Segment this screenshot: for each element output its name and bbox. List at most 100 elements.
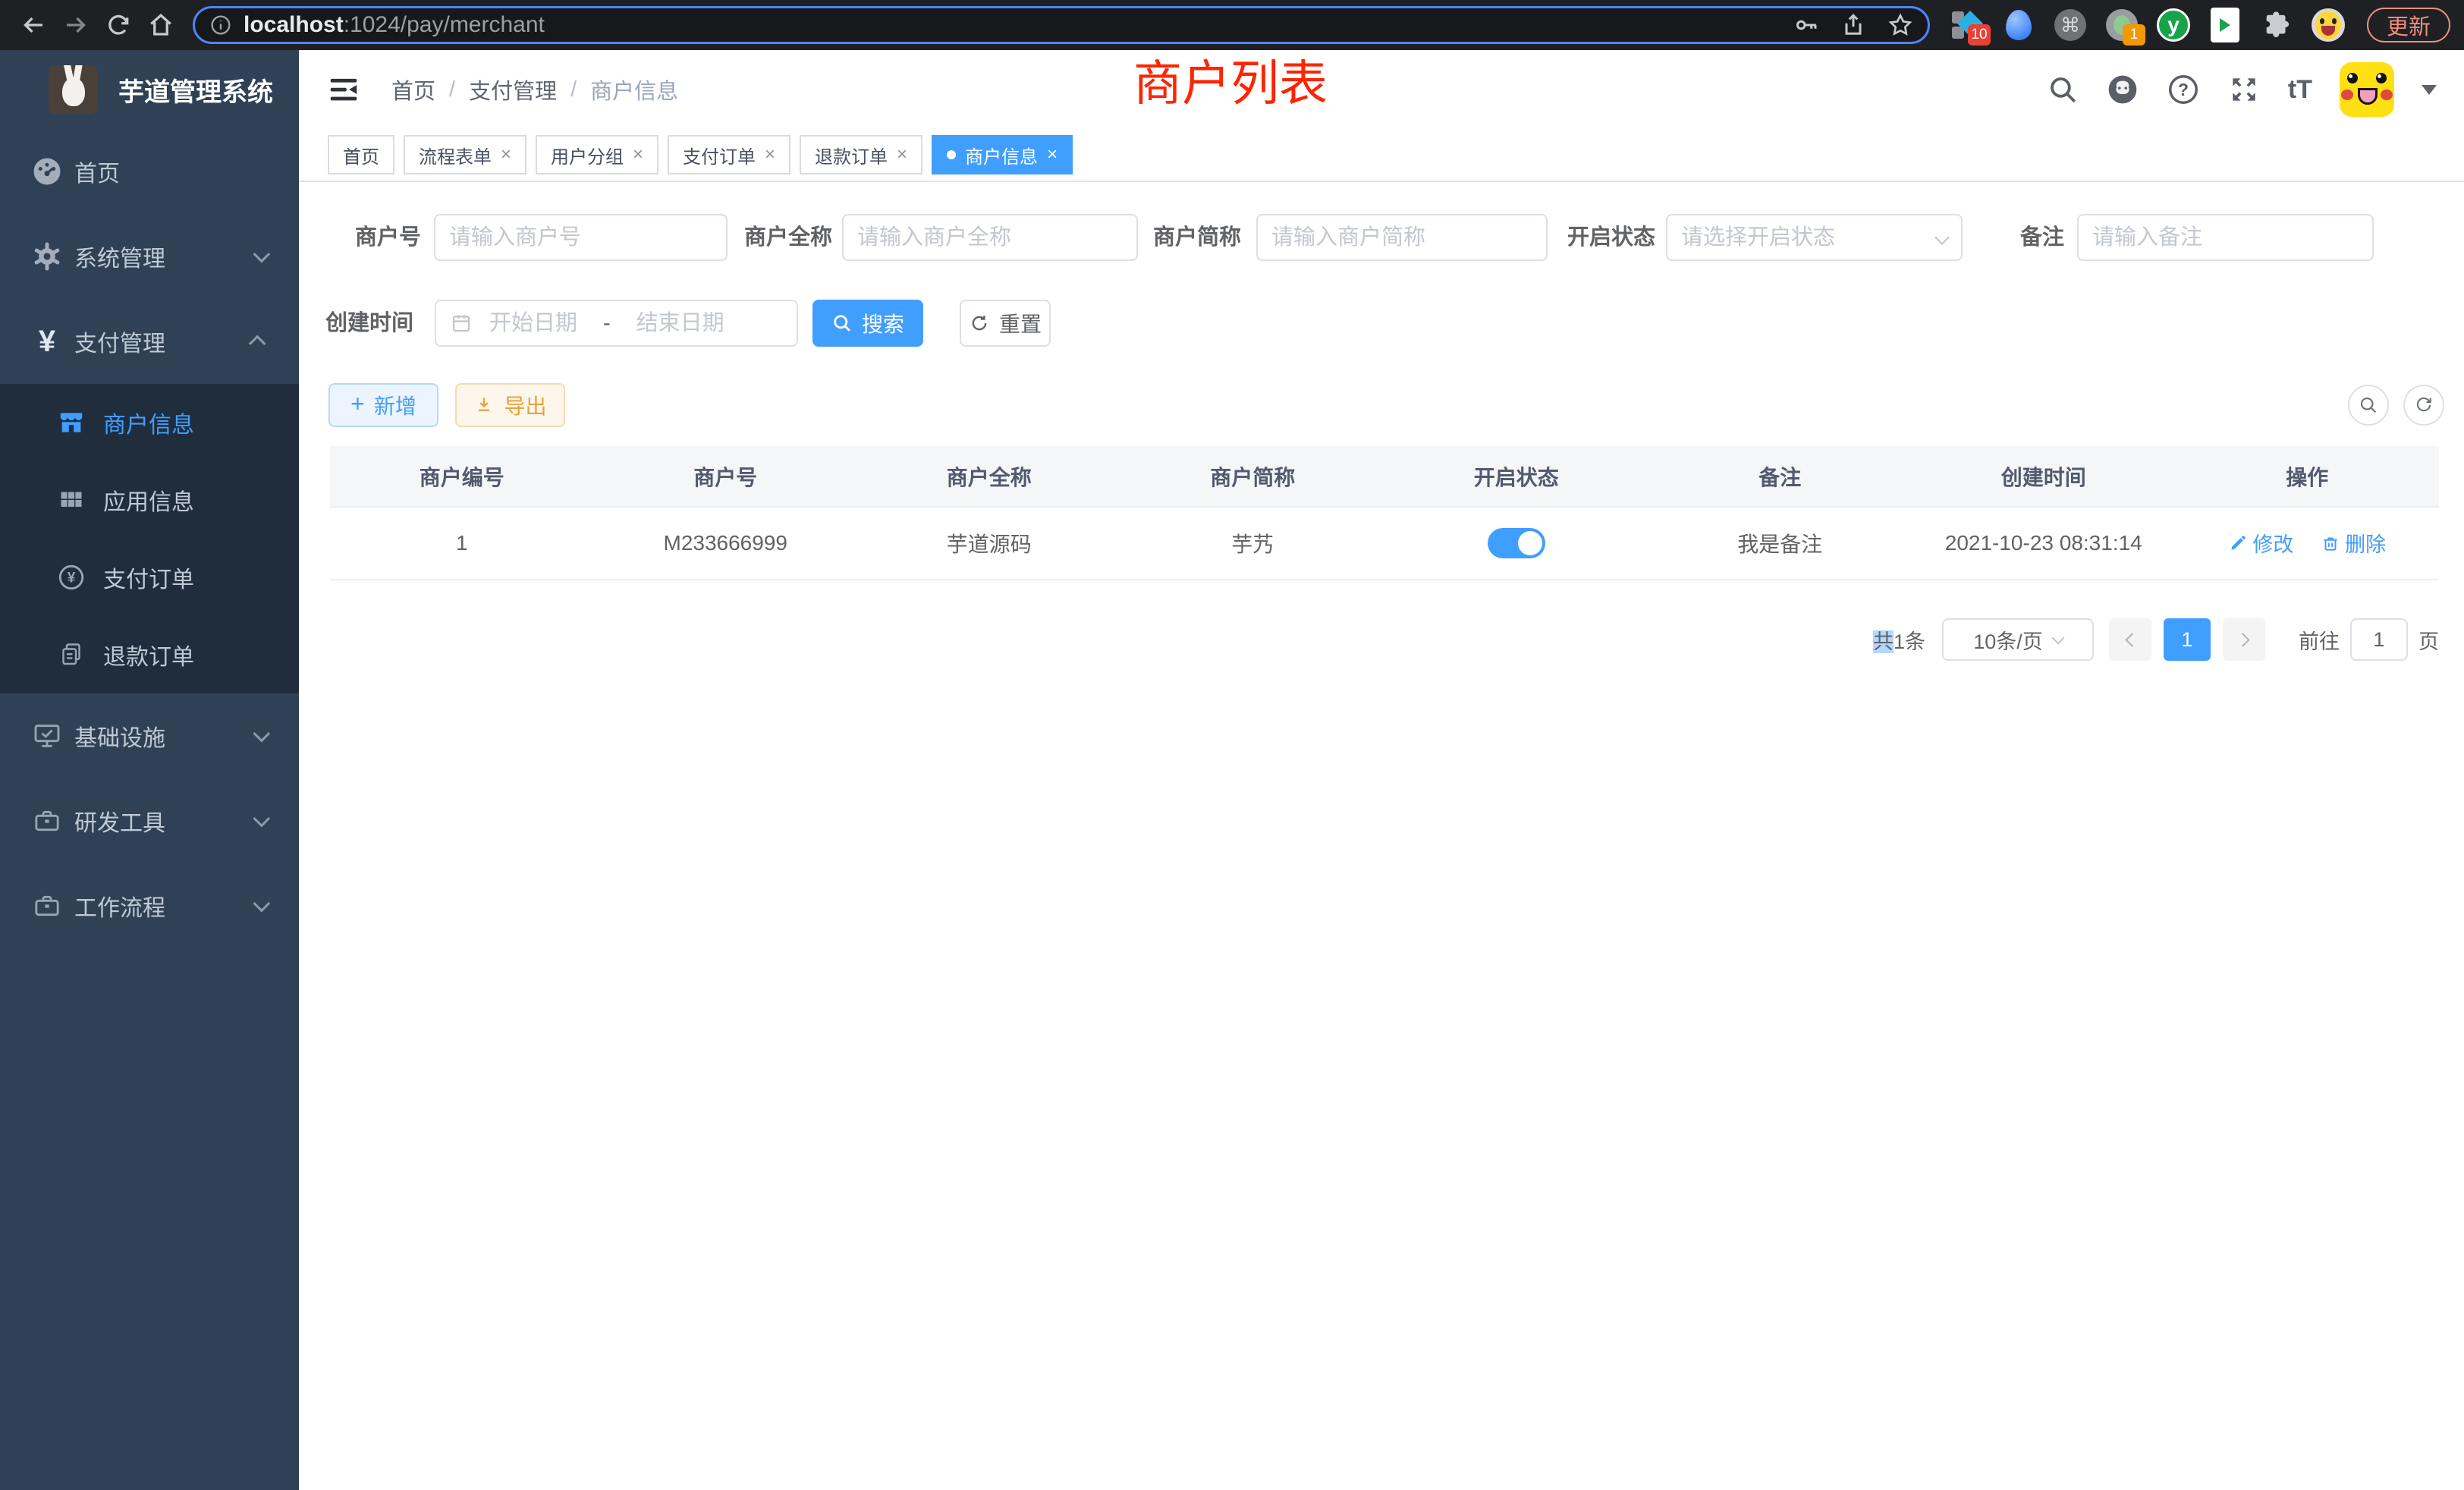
status-select-input[interactable] [1681,225,1931,250]
add-button[interactable]: 新增 [328,383,438,427]
tab-user-group[interactable]: 用户分组 [536,135,658,174]
proxy-extension-icon[interactable]: 1 [2104,8,2139,42]
edit-link[interactable]: 修改 [2228,528,2293,558]
breadcrumb-pay[interactable]: 支付管理 [469,74,557,105]
tab-process-form[interactable]: 流程表单 [404,135,526,174]
document-icon [56,641,86,668]
sidebar-item-home[interactable]: 首页 [0,129,299,214]
sidebar-item-workflow[interactable]: 工作流程 [0,863,299,948]
sidebar-item-label: 退款订单 [103,638,194,671]
address-bar[interactable]: localhost:1024/pay/merchant [193,6,1930,44]
remark-input[interactable] [2092,225,2359,250]
page-content: 商户号 商户全称 商户简称 开启状态 备注 创建时间 [299,182,2464,1490]
puzzle-extensions-icon[interactable] [2259,8,2294,42]
y-extension-icon[interactable]: y [2156,8,2191,42]
tabs-bar: 首页 流程表单 用户分组 支付订单 退款订单 商户信息 [299,129,2464,182]
sidebar-item-system[interactable]: 系统管理 [0,214,299,299]
app-title: 芋道管理系统 [118,71,273,108]
total-count: 共1条 [1873,625,1925,655]
sidebar-collapse-icon[interactable] [326,72,361,107]
sidebar-item-merchant-info[interactable]: 商户信息 [0,384,299,461]
yen-icon: ¥ [30,326,64,357]
sidebar-item-label: 商户信息 [103,406,194,439]
toolbox-icon [30,806,64,836]
current-page-button[interactable]: 1 [2164,618,2211,661]
sidebar-item-refund-order[interactable]: 退款订单 [0,616,299,693]
pay-submenu: 商户信息 应用信息 ¥ 支付订单 退款订单 [0,384,299,693]
tab-merchant-info[interactable]: 商户信息 [932,135,1073,174]
pagination: 共1条 10条/页 1 前往 页 [1873,618,2439,661]
chevron-down-icon [2051,632,2064,645]
goto-page-input[interactable] [2350,618,2408,661]
font-size-icon[interactable] [2288,75,2312,105]
full-name-field[interactable] [842,214,1138,261]
sidebar-item-app-info[interactable]: 应用信息 [0,461,299,539]
user-menu-caret-icon[interactable] [2422,85,2437,95]
short-name-field[interactable] [1256,214,1548,261]
search-button[interactable]: 搜索 [812,300,923,347]
refresh-table-icon[interactable] [2403,385,2444,426]
sidebar-item-label: 支付订单 [103,561,194,594]
github-icon[interactable] [2106,73,2139,106]
col-short-name: 商户简称 [1121,446,1385,507]
back-icon[interactable] [12,4,55,46]
sidebar-item-dev-tools[interactable]: 研发工具 [0,778,299,863]
full-name-label: 商户全称 [709,214,832,261]
browser-update-button[interactable]: 更新 [2367,8,2450,42]
breadcrumb-current: 商户信息 [590,74,678,105]
close-icon[interactable] [765,146,775,164]
prev-page-button[interactable] [2109,618,2151,661]
export-button[interactable]: 导出 [455,383,565,427]
password-key-icon[interactable] [1793,11,1820,39]
sidebar-item-pay-order[interactable]: ¥ 支付订单 [0,539,299,616]
reload-icon[interactable] [97,4,140,46]
flag-extension-icon[interactable] [2208,8,2242,42]
smiley-profile-icon[interactable] [2311,8,2346,42]
user-avatar[interactable] [2340,62,2394,117]
col-full-name: 商户全称 [857,446,1121,507]
site-info-icon[interactable] [209,13,233,37]
command-extension-icon[interactable]: ⌘ [2053,8,2088,42]
search-icon[interactable] [2047,74,2079,105]
merchant-no-input[interactable] [449,225,712,250]
sidebar-item-label: 研发工具 [74,804,165,838]
tab-refund-order[interactable]: 退款订单 [800,135,922,174]
remark-field[interactable] [2077,214,2374,261]
full-name-input[interactable] [857,225,1123,250]
tab-pay-order[interactable]: 支付订单 [668,135,790,174]
close-icon[interactable] [897,146,907,164]
reset-button[interactable]: 重置 [960,300,1051,347]
breadcrumb-home[interactable]: 首页 [391,74,435,105]
table-row: 1 M233666999 芋道源码 芋艿 我是备注 2021-10-23 08:… [330,507,2439,580]
created-time-label: 创建时间 [299,300,413,347]
close-icon[interactable] [501,146,511,164]
devtools-extension-icon[interactable]: 10 [1950,8,1985,42]
status-toggle[interactable] [1488,528,1545,558]
gear-icon [30,240,64,272]
help-icon[interactable]: ? [2167,73,2200,106]
short-name-label: 商户简称 [1120,214,1241,261]
tab-home[interactable]: 首页 [328,135,394,174]
dashboard-icon [30,156,64,187]
next-page-button[interactable] [2223,618,2265,661]
balloon-extension-icon[interactable] [2001,8,2036,42]
delete-link[interactable]: 删除 [2321,528,2386,558]
home-icon[interactable] [140,4,182,46]
close-icon[interactable] [1047,146,1058,164]
date-range-picker[interactable]: - [435,300,798,347]
fullscreen-icon[interactable] [2227,73,2261,106]
show-search-toggle-icon[interactable] [2348,385,2389,426]
bookmark-star-icon[interactable] [1887,11,1914,39]
page-size-select[interactable]: 10条/页 [1942,618,2094,661]
share-icon[interactable] [1840,11,1867,39]
sidebar-item-pay[interactable]: ¥ 支付管理 [0,299,299,384]
status-select[interactable] [1666,214,1963,261]
sidebar-item-infra[interactable]: 基础设施 [0,693,299,778]
short-name-input[interactable] [1271,225,1532,250]
date-start-input[interactable] [473,311,594,336]
proxy-badge: 1 [2123,24,2145,46]
date-end-input[interactable] [620,311,741,336]
close-icon[interactable] [633,146,643,164]
forward-icon[interactable] [55,4,97,46]
merchant-no-field[interactable] [434,214,728,261]
